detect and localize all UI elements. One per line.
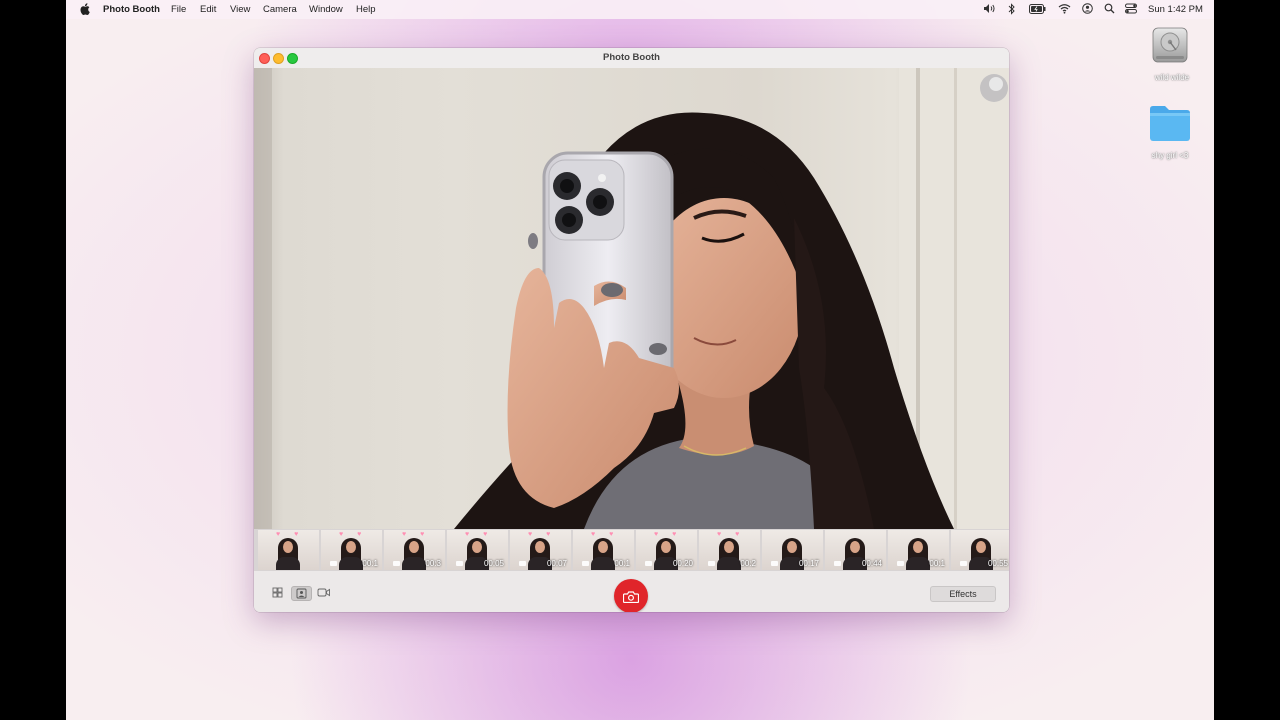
thumbnail-body — [339, 557, 363, 570]
thumbnail-duration: 00:1 — [614, 559, 630, 568]
video-thumbnail-icon — [771, 561, 778, 566]
video-thumbnail-icon — [393, 561, 400, 566]
effects-button[interactable]: Effects — [930, 586, 996, 602]
desktop-icon-drive[interactable]: wild wilde — [1150, 25, 1190, 85]
thumbnail-face — [346, 541, 356, 553]
desktop-icon-label: wild wilde — [1154, 73, 1190, 82]
thumbnail-face — [283, 541, 293, 553]
camera-preview — [254, 68, 1009, 529]
thumbnail-hearts: ♥ ♥ — [717, 531, 746, 538]
single-photo-mode-icon[interactable] — [291, 586, 312, 601]
thumbnail-face — [724, 541, 734, 553]
thumbnail-hearts: ♥ ♥ — [654, 531, 683, 538]
video-thumbnail-icon — [519, 561, 526, 566]
folder-icon — [1148, 103, 1192, 148]
thumbnail-face — [409, 541, 419, 553]
thumbnail-face — [976, 541, 986, 553]
filmstrip-thumbnail[interactable]: ♥ ♥ 00:05 — [447, 530, 508, 570]
thumbnail-duration: 00:17 — [798, 559, 819, 568]
video-thumbnail-icon — [456, 561, 463, 566]
video-thumbnail-icon — [330, 561, 337, 566]
user-icon[interactable] — [1082, 3, 1093, 17]
thumbnail-duration: 00:3 — [425, 559, 441, 568]
menu-app-name[interactable]: Photo Booth — [103, 4, 160, 15]
video-thumbnail-icon — [645, 561, 652, 566]
video-thumbnail-icon — [834, 561, 841, 566]
spotlight-search-icon[interactable] — [1104, 3, 1115, 17]
thumbnail-duration: 00:2 — [740, 559, 756, 568]
drive-icon — [1150, 25, 1190, 70]
thumbnail-hearts: ♥ ♥ — [402, 531, 431, 538]
grid-mode-icon[interactable] — [268, 586, 287, 599]
filmstrip-thumbnail[interactable]: ♥ ♥ — [258, 530, 319, 570]
thumbnail-filmstrip[interactable]: ♥ ♥ ♥ ♥ 00:1 ♥ ♥ 00:3 ♥ ♥ 00:05 ♥ ♥ 00:07 ♥ ♥ 00:1… — [254, 529, 1009, 571]
thumbnail-body — [906, 557, 930, 570]
thumbnail-duration: 00:55 — [987, 559, 1008, 568]
menu-file[interactable]: File — [171, 4, 186, 15]
volume-icon[interactable] — [983, 3, 996, 17]
filmstrip-thumbnail[interactable]: ♥ ♥ 00:3 — [384, 530, 445, 570]
video-thumbnail-icon — [708, 561, 715, 566]
thumbnail-face — [661, 541, 671, 553]
thumbnail-hearts: ♥ ♥ — [339, 531, 368, 538]
thumbnail-duration: 00:20 — [672, 559, 693, 568]
thumbnail-duration: 00:1 — [362, 559, 378, 568]
filmstrip-thumbnail[interactable]: 00:55 — [951, 530, 1009, 570]
thumbnail-hearts: ♥ ♥ — [465, 531, 494, 538]
menu-clock[interactable]: Sun 1:42 PM — [1148, 4, 1203, 15]
video-thumbnail-icon — [960, 561, 967, 566]
menu-edit[interactable]: Edit — [200, 4, 216, 15]
photo-booth-window: Photo Booth ♥ ♥ ♥ ♥ 00:1 ♥ ♥ 00:3 ♥ ♥ 00… — [254, 48, 1009, 612]
control-center-icon[interactable] — [1125, 3, 1137, 17]
menu-help[interactable]: Help — [356, 4, 376, 15]
thumbnail-face — [535, 541, 545, 553]
filmstrip-thumbnail[interactable]: ♥ ♥ 00:1 — [321, 530, 382, 570]
menu-window[interactable]: Window — [309, 4, 343, 15]
take-photo-button[interactable] — [614, 579, 648, 612]
thumbnail-body — [276, 557, 300, 570]
video-thumbnail-icon — [897, 561, 904, 566]
thumbnail-face — [913, 541, 923, 553]
apple-icon[interactable] — [80, 3, 90, 18]
filmstrip-thumbnail[interactable]: 00:17 — [762, 530, 823, 570]
video-mode-icon[interactable] — [314, 586, 333, 599]
camera-icon — [622, 590, 640, 608]
bottom-toolbar: Effects — [254, 571, 1009, 612]
thumbnail-face — [598, 541, 608, 553]
window-title: Photo Booth — [603, 52, 660, 63]
filmstrip-thumbnail[interactable]: ♥ ♥ 00:20 — [636, 530, 697, 570]
window-titlebar[interactable]: Photo Booth — [254, 48, 1009, 68]
menu-camera[interactable]: Camera — [263, 4, 297, 15]
thumbnail-face — [850, 541, 860, 553]
camera-feed-image — [254, 68, 1009, 529]
desktop-icon-folder[interactable]: shy girl <3 — [1148, 103, 1192, 163]
filmstrip-thumbnail[interactable]: 00:1 — [888, 530, 949, 570]
battery-icon[interactable] — [1029, 4, 1046, 17]
thumbnail-duration: 00:1 — [929, 559, 945, 568]
video-thumbnail-icon — [582, 561, 589, 566]
thumbnail-face — [472, 541, 482, 553]
desktop-icon-label: shy girl <3 — [1151, 151, 1189, 160]
thumbnail-body — [402, 557, 426, 570]
menu-bar: Photo Booth File Edit View Camera Window… — [66, 0, 1214, 19]
thumbnail-hearts: ♥ ♥ — [528, 531, 557, 538]
menu-view[interactable]: View — [230, 4, 250, 15]
thumbnail-body — [717, 557, 741, 570]
thumbnail-duration: 00:05 — [483, 559, 504, 568]
thumbnail-hearts: ♥ ♥ — [276, 531, 305, 538]
desktop: Photo Booth File Edit View Camera Window… — [66, 0, 1214, 720]
thumbnail-face — [787, 541, 797, 553]
bluetooth-icon[interactable] — [1008, 3, 1016, 18]
thumbnail-hearts: ♥ ♥ — [591, 531, 620, 538]
filmstrip-thumbnail[interactable]: 00:44 — [825, 530, 886, 570]
filmstrip-thumbnail[interactable]: ♥ ♥ 00:1 — [573, 530, 634, 570]
thumbnail-body — [591, 557, 615, 570]
wifi-icon[interactable] — [1058, 3, 1071, 17]
filmstrip-thumbnail[interactable]: ♥ ♥ 00:2 — [699, 530, 760, 570]
filmstrip-thumbnail[interactable]: ♥ ♥ 00:07 — [510, 530, 571, 570]
thumbnail-duration: 00:07 — [546, 559, 567, 568]
thumbnail-duration: 00:44 — [861, 559, 882, 568]
